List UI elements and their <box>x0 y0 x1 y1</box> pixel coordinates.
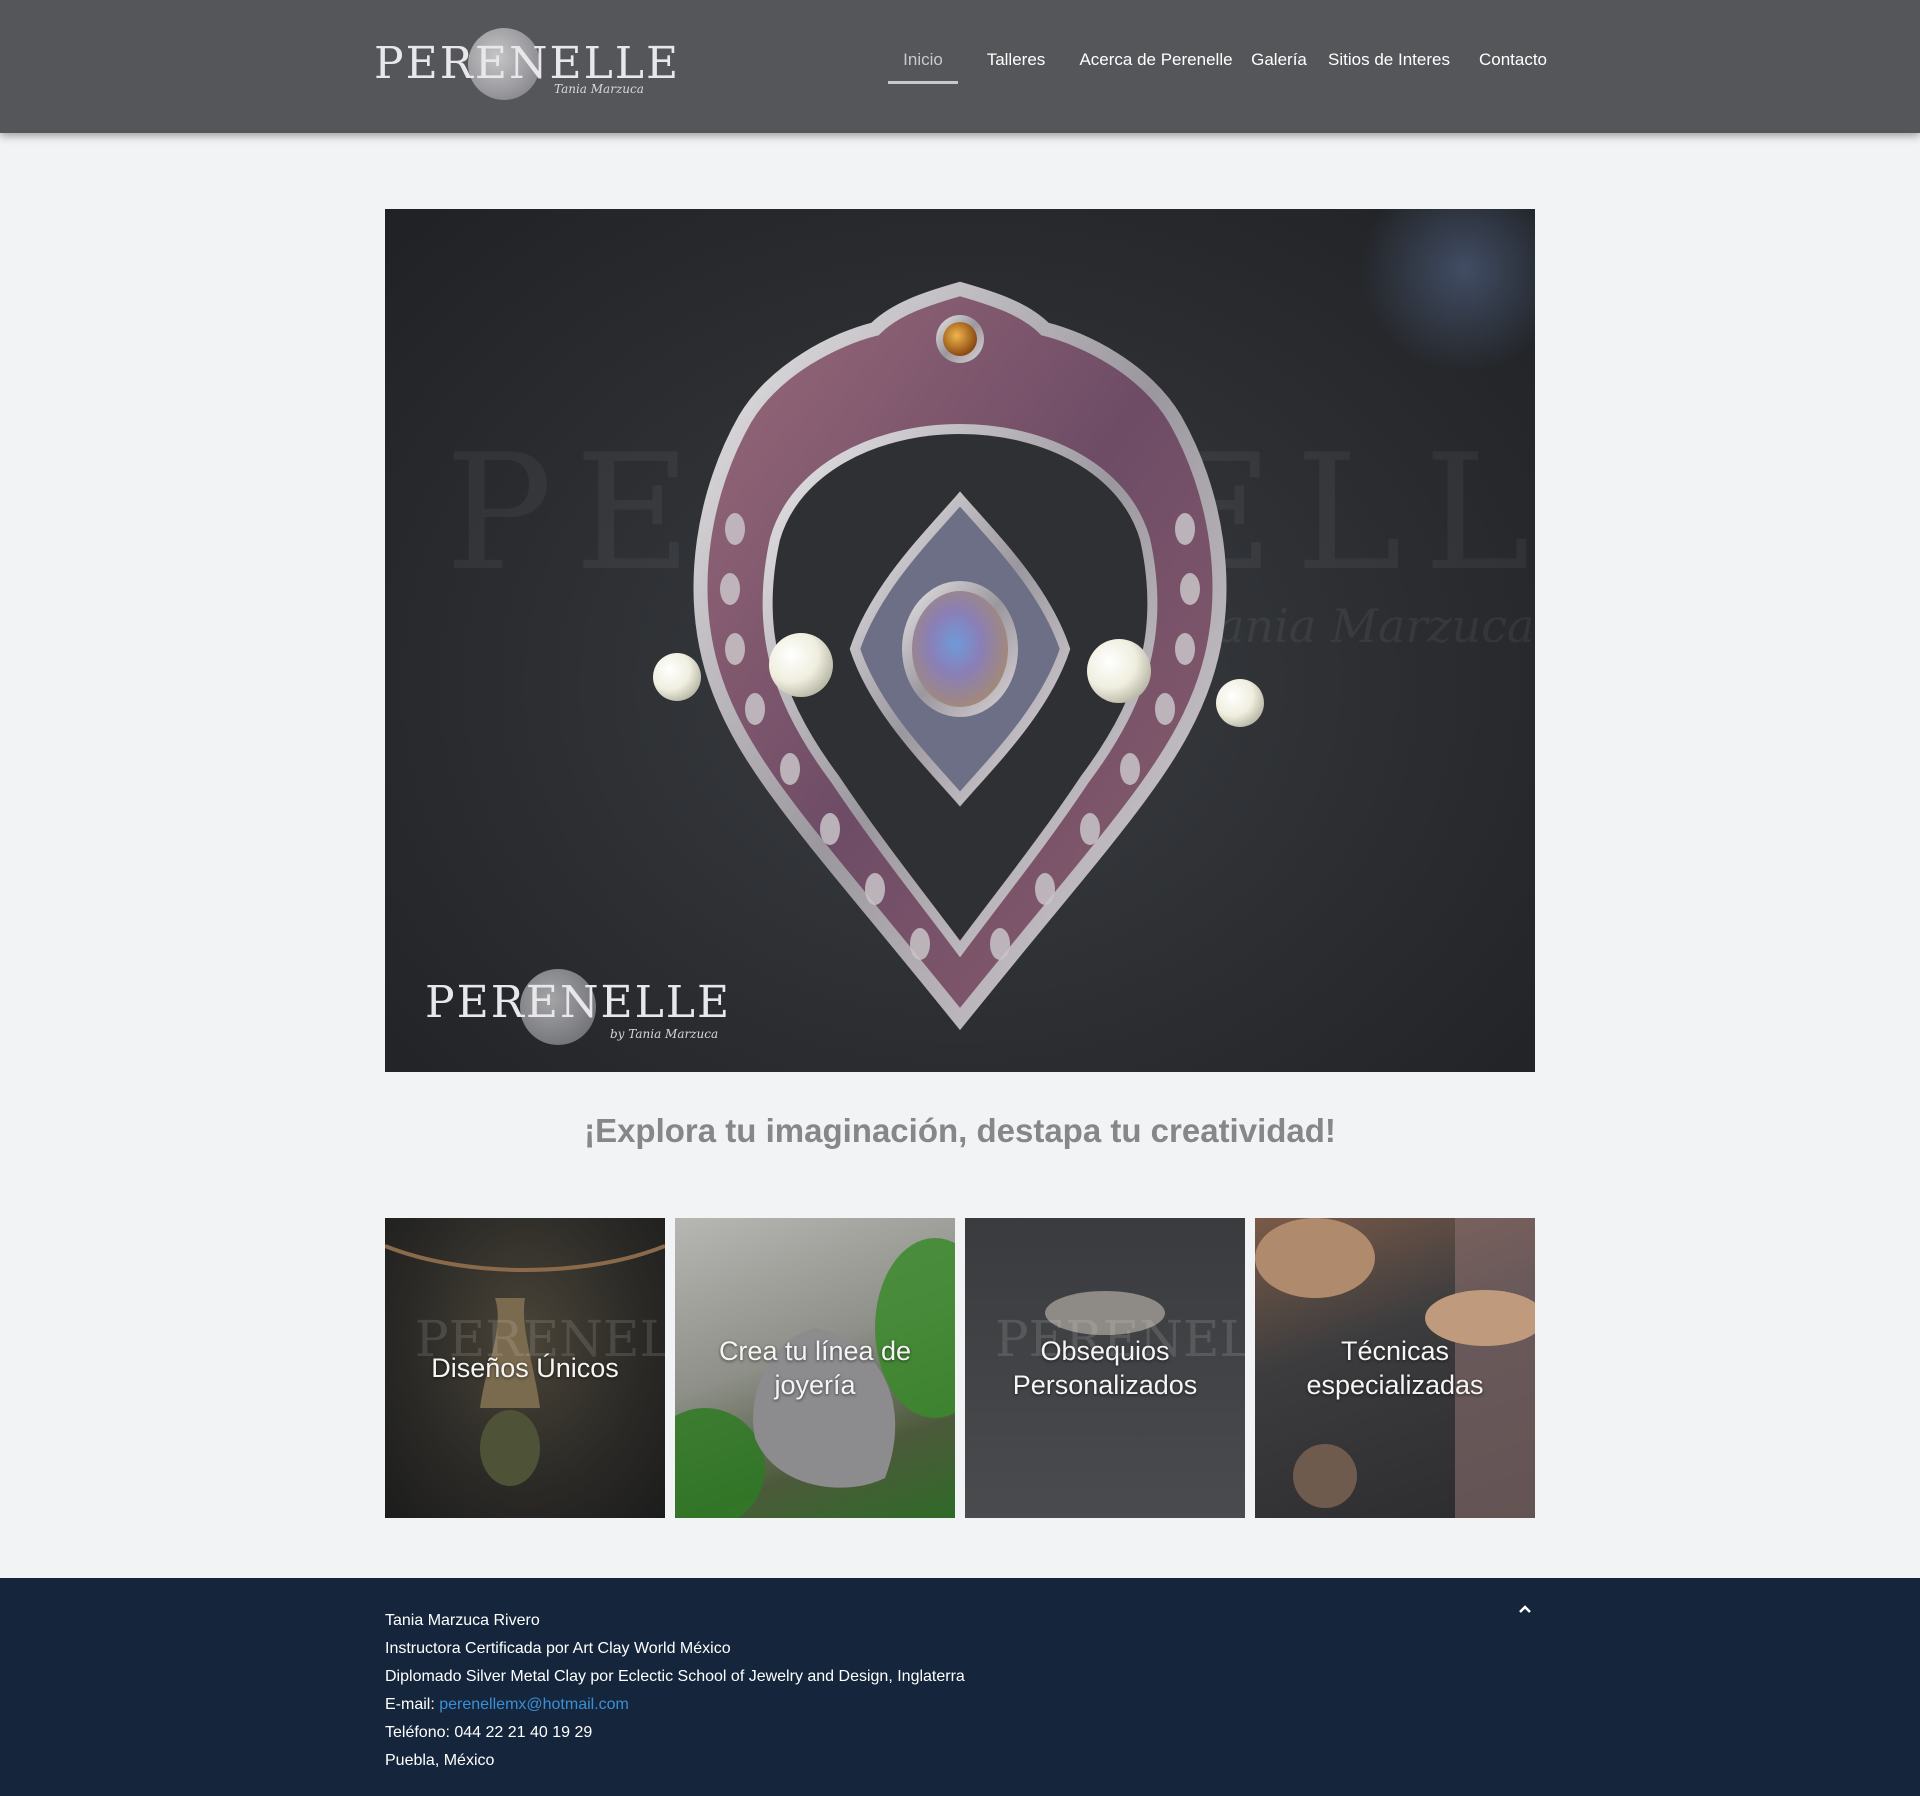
footer-name: Tania Marzuca Rivero <box>385 1612 540 1629</box>
nav-item-acerca[interactable]: Acerca de Perenelle <box>1060 40 1252 84</box>
site-footer: Tania Marzuca Rivero Instructora Certifi… <box>0 1578 1920 1796</box>
footer-phone: Teléfono: 044 22 21 40 19 29 <box>385 1724 593 1741</box>
tile-label: Técnicas especializadas <box>1306 1336 1484 1400</box>
tile-label: Crea tu línea de joyería <box>718 1336 912 1400</box>
pendant-illustration <box>653 281 1264 1031</box>
feature-tile-disenos[interactable]: PERENELLE Diseños Únicos <box>385 1218 665 1518</box>
nav-item-inicio[interactable]: Inicio <box>888 40 958 84</box>
hero-logo: PERENELLE by Tania Marzuca <box>425 969 732 1049</box>
tagline: ¡Explora tu imaginación, destapa tu crea… <box>584 1112 1336 1149</box>
footer-email-label: E-mail: <box>385 1696 440 1713</box>
tile-label: Obsequios Personalizados <box>1012 1336 1198 1400</box>
footer-contact-info: Tania Marzuca Rivero Instructora Certifi… <box>385 1607 965 1775</box>
feature-tile-obsequios[interactable]: PERENELLE Obsequios Personalizados <box>965 1218 1245 1518</box>
feature-tile-tecnicas[interactable]: Técnicas especializadas <box>1255 1218 1535 1518</box>
site-header: PERENELLE Tania Marzuca Inicio Talleres … <box>0 0 1920 133</box>
hero-logo-text: PERENELLE <box>425 977 732 1028</box>
chevron-up-icon[interactable] <box>1515 1600 1535 1620</box>
site-logo[interactable]: PERENELLE Tania Marzuca <box>374 26 678 106</box>
feature-tile-linea[interactable]: Crea tu línea de joyería <box>675 1218 955 1518</box>
hero-image: PERENELLE Tania Marzuca <box>385 209 1535 1072</box>
footer-certification: Instructora Certificada por Art Clay Wor… <box>385 1640 731 1657</box>
footer-location: Puebla, México <box>385 1752 495 1769</box>
nav-item-sitios[interactable]: Sitios de Interes <box>1314 40 1464 84</box>
nav-item-galeria[interactable]: Galería <box>1234 40 1324 84</box>
logo-signature: Tania Marzuca <box>554 82 644 96</box>
nav-item-contacto[interactable]: Contacto <box>1462 40 1564 84</box>
nav-item-talleres[interactable]: Talleres <box>972 40 1060 84</box>
footer-diploma: Diplomado Silver Metal Clay por Eclectic… <box>385 1668 965 1685</box>
footer-email-line: E-mail: perenellemx@hotmail.com <box>385 1691 965 1719</box>
footer-email-link[interactable]: perenellemx@hotmail.com <box>439 1696 629 1713</box>
hero-logo-signature: by Tania Marzuca <box>610 1027 719 1041</box>
tile-label: Diseños Únicos <box>431 1353 619 1383</box>
